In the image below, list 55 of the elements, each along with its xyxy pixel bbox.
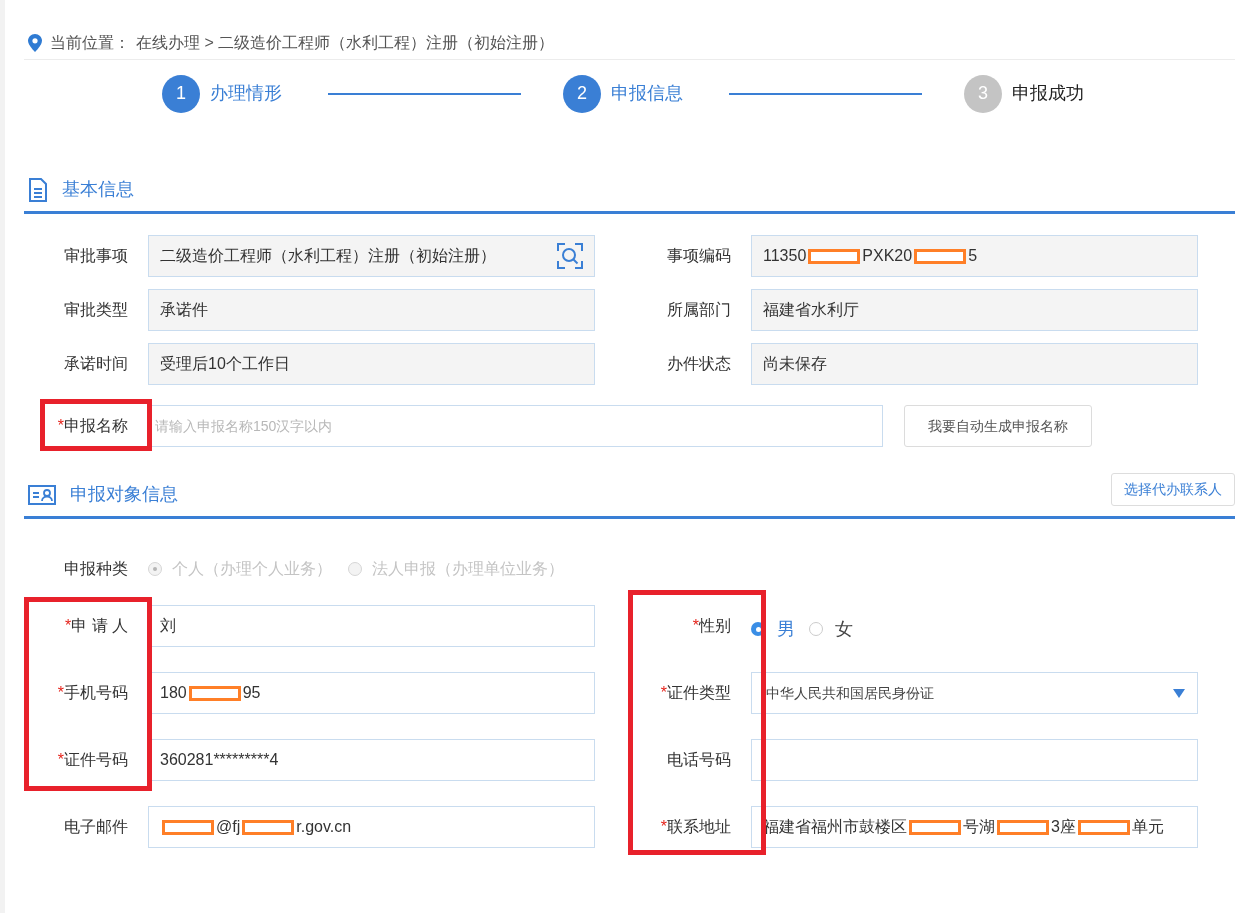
field-label: 事项编码 bbox=[667, 246, 731, 266]
field-label: *申 请 人 bbox=[64, 616, 128, 636]
redaction-mark bbox=[1077, 819, 1130, 835]
input-field[interactable]: 11350 PXK20 5 bbox=[751, 235, 1198, 277]
select-field[interactable]: 中华人民共和国居民身份证 bbox=[751, 672, 1198, 714]
input-field[interactable]: 二级造价工程师（水利工程）注册（初始注册） bbox=[148, 235, 595, 277]
dropdown-arrow-icon bbox=[1173, 688, 1185, 698]
field-label: *申报名称 bbox=[57, 416, 128, 436]
radio-option[interactable]: 女 bbox=[809, 615, 853, 643]
radio-option: 个人（办理个人业务） bbox=[148, 557, 332, 581]
field-label: *手机号码 bbox=[57, 683, 128, 703]
breadcrumb-label: 当前位置： bbox=[50, 32, 130, 53]
id-card-icon bbox=[28, 484, 56, 505]
step-number: 3 bbox=[964, 74, 1002, 113]
field-label: 申报种类 bbox=[64, 559, 128, 579]
radio-button[interactable] bbox=[809, 622, 823, 636]
step-label: 申报信息 bbox=[611, 82, 683, 105]
field-label: *证件号码 bbox=[57, 750, 128, 770]
redaction-mark bbox=[162, 819, 214, 835]
redaction-mark bbox=[909, 819, 961, 835]
field-label: 办件状态 bbox=[667, 354, 731, 374]
redaction-mark bbox=[242, 819, 295, 835]
search-icon[interactable] bbox=[557, 243, 583, 269]
step-number: 1 bbox=[162, 74, 200, 113]
field-label: 承诺时间 bbox=[64, 354, 128, 374]
field-label: *证件类型 bbox=[660, 683, 731, 703]
input-field[interactable]: 福建省水利厅 bbox=[751, 289, 1198, 331]
select-agent-button[interactable]: 选择代办联系人 bbox=[1111, 473, 1235, 506]
redaction-mark bbox=[914, 248, 967, 264]
breadcrumb-path[interactable]: 在线办理 > 二级造价工程师（水利工程）注册（初始注册） bbox=[136, 30, 555, 55]
auto-generate-button[interactable]: 我要自动生成申报名称 bbox=[904, 405, 1092, 447]
input-field[interactable]: 尚未保存 bbox=[751, 343, 1198, 385]
field-label: 电话号码 bbox=[667, 750, 731, 770]
location-pin-icon bbox=[28, 33, 42, 52]
section-title: 基本信息 bbox=[62, 178, 134, 201]
document-icon bbox=[28, 177, 48, 202]
redaction-mark bbox=[188, 685, 241, 701]
step-label: 申报成功 bbox=[1012, 82, 1084, 105]
section-title: 申报对象信息 bbox=[70, 483, 178, 506]
redaction-mark bbox=[997, 819, 1049, 835]
field-label: *性别 bbox=[692, 616, 731, 636]
redaction-mark bbox=[808, 248, 861, 264]
step-label: 办理情形 bbox=[210, 82, 282, 105]
field-label: 审批事项 bbox=[64, 246, 128, 266]
step-number: 2 bbox=[563, 74, 601, 113]
input-field[interactable]: 受理后10个工作日 bbox=[148, 343, 595, 385]
input-field[interactable]: @fj r.gov.cn bbox=[148, 806, 595, 848]
input-field[interactable]: 承诺件 bbox=[148, 289, 595, 331]
radio-option: 法人申报（办理单位业务） bbox=[348, 557, 564, 581]
radio-option[interactable]: 男 bbox=[751, 615, 795, 643]
field-label: 电子邮件 bbox=[64, 817, 128, 837]
input-field[interactable] bbox=[751, 739, 1198, 781]
field-label: *联系地址 bbox=[660, 817, 731, 837]
field-label: 审批类型 bbox=[64, 300, 128, 320]
field-label: 所属部门 bbox=[667, 300, 731, 320]
